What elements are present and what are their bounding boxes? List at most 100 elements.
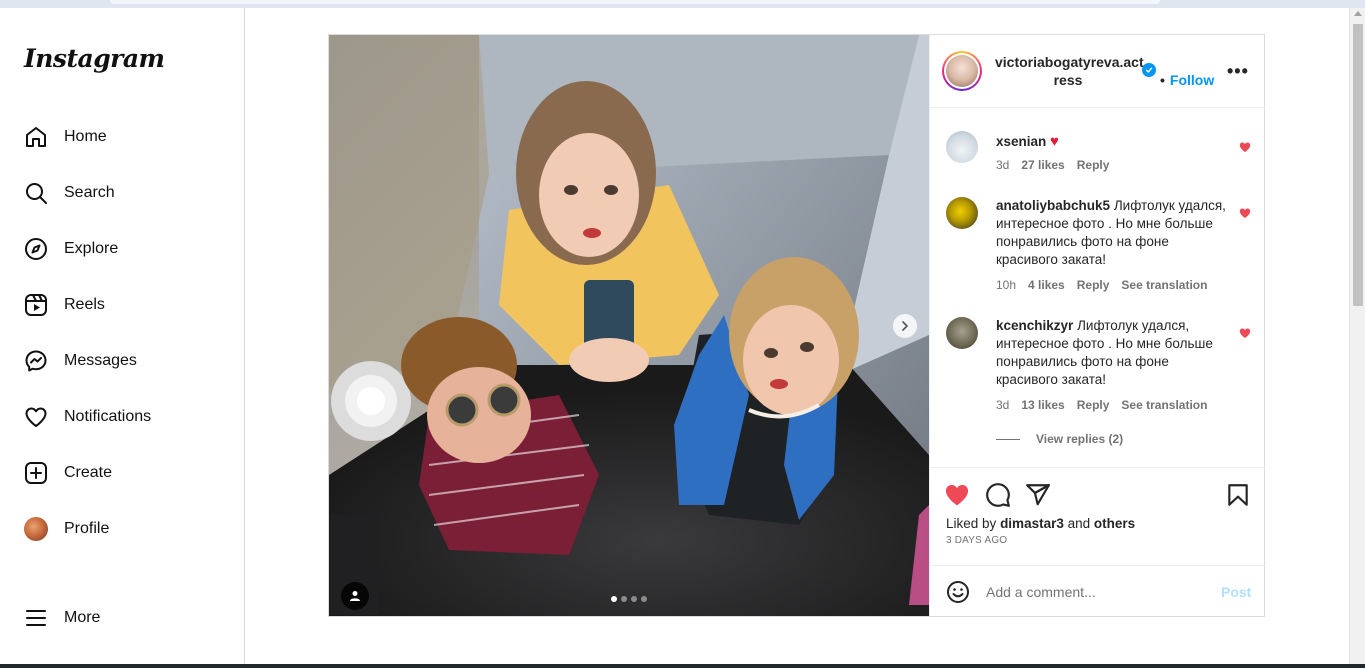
carousel-dot (641, 596, 647, 602)
compass-icon (24, 237, 48, 261)
liked-by-text: Liked by dimastar3 and others (946, 516, 1135, 531)
scrollbar-thumb[interactable] (1353, 24, 1363, 306)
taskbar-strip (0, 664, 1365, 668)
comment-input[interactable] (986, 581, 1206, 603)
sidebar-item-home[interactable]: Home (12, 113, 232, 161)
sidebar-item-messages[interactable]: Messages (12, 337, 232, 385)
scroll-up-arrow-icon[interactable] (1354, 11, 1362, 16)
author-username-line2: ress (1053, 72, 1083, 88)
profile-avatar (24, 517, 48, 541)
sidebar-item-search[interactable]: Search (12, 169, 232, 217)
post-side-panel: victoriabogatyreva.act ress • Follow ••• … (929, 35, 1265, 616)
sidebar-item-profile[interactable]: Profile (12, 505, 232, 553)
verified-badge-icon (1142, 63, 1156, 77)
liked-by-others[interactable]: others (1094, 516, 1135, 531)
reels-icon (24, 293, 48, 317)
comment-avatar[interactable] (946, 131, 978, 163)
follow-label: Follow (1169, 72, 1215, 88)
carousel-dot (631, 596, 637, 602)
heart-icon (24, 405, 48, 429)
sidebar-item-label: Notifications (64, 408, 152, 425)
user-icon (350, 591, 360, 601)
share-send-icon[interactable] (1025, 482, 1051, 508)
see-translation-button[interactable]: See translation (1121, 278, 1207, 292)
sidebar-item-reels[interactable]: Reels (12, 281, 232, 329)
comment-meta: 10h 4 likes Reply See translation (996, 278, 1207, 292)
sidebar-item-notifications[interactable]: Notifications (12, 393, 232, 441)
divider (996, 438, 1020, 440)
more-options-button[interactable]: ••• (1227, 61, 1248, 81)
plus-square-icon (24, 461, 48, 485)
comment-reply-button[interactable]: Reply (1077, 278, 1110, 292)
author-avatar[interactable] (942, 51, 982, 91)
sidebar-item-label: Home (64, 128, 107, 145)
comment-text: anatoliybabchuk5 Лифтолук удался, интере… (996, 197, 1228, 269)
post-photo[interactable] (329, 35, 929, 616)
emoji-icon[interactable] (946, 580, 970, 604)
post-date[interactable]: 3 DAYS AGO (946, 535, 1007, 546)
comment-username[interactable]: xsenian (996, 134, 1046, 149)
comment-username[interactable]: kcenchikzyr (996, 318, 1073, 333)
carousel-next-button[interactable] (893, 314, 917, 338)
sidebar: Instagram Home Search Explore Reels Mess… (0, 8, 245, 664)
post-header: victoriabogatyreva.act ress • Follow ••• (930, 35, 1265, 108)
chevron-right-icon (902, 321, 908, 331)
comment-avatar[interactable] (946, 197, 978, 229)
comment-text: xsenian ♥ (996, 133, 1228, 151)
carousel-indicator (611, 596, 647, 602)
comment-item: anatoliybabchuk5 Лифтолук удался, интере… (946, 197, 1251, 301)
hamburger-icon (24, 606, 48, 630)
home-icon (24, 125, 48, 149)
comment-icon[interactable] (985, 482, 1011, 508)
instagram-logo[interactable]: Instagram (24, 44, 165, 73)
liked-by-and: and (1067, 516, 1091, 531)
heart-emoji: ♥ (1050, 133, 1059, 150)
comment-like-icon[interactable] (1239, 327, 1251, 339)
comment-item: kcenchikzyr Лифтолук удался, интересное … (946, 317, 1251, 421)
comment-like-icon[interactable] (1239, 141, 1251, 153)
comment-username[interactable]: anatoliybabchuk5 (996, 198, 1110, 213)
see-translation-button[interactable]: See translation (1121, 398, 1207, 412)
sidebar-item-label: Profile (64, 520, 110, 537)
sidebar-item-label: Create (64, 464, 113, 481)
elevator-selfie-image (329, 35, 929, 616)
sidebar-item-label: More (64, 609, 101, 626)
sidebar-item-more[interactable]: More (12, 594, 232, 642)
post-comment-button[interactable]: Post (1221, 584, 1251, 600)
comment-likes[interactable]: 13 likes (1021, 398, 1064, 412)
comment-time[interactable]: 3d (996, 158, 1009, 172)
comment-text: kcenchikzyr Лифтолук удался, интересное … (996, 317, 1228, 389)
view-replies-button[interactable]: View replies (2) (996, 432, 1123, 446)
comment-likes[interactable]: 4 likes (1028, 278, 1065, 292)
sidebar-item-label: Search (64, 184, 115, 201)
comment-reply-button[interactable]: Reply (1077, 398, 1110, 412)
liked-by-user[interactable]: dimastar3 (1000, 516, 1064, 531)
author-username-line1: victoriabogatyreva.act (995, 54, 1144, 70)
add-comment-bar: Post (930, 565, 1265, 616)
comment-reply-button[interactable]: Reply (1077, 158, 1110, 172)
comment-meta: 3d 13 likes Reply See translation (996, 398, 1207, 412)
sidebar-item-explore[interactable]: Explore (12, 225, 232, 273)
comment-time[interactable]: 10h (996, 278, 1016, 292)
comment-item: xsenian ♥ 3d 27 likes Reply (946, 131, 1251, 181)
comment-time[interactable]: 3d (996, 398, 1009, 412)
browser-top-bar (0, 0, 1365, 8)
page-scrollbar[interactable] (1349, 8, 1365, 664)
carousel-dot (621, 596, 627, 602)
liked-by-prefix: Liked by (946, 516, 997, 531)
messenger-icon (24, 349, 48, 373)
post-card: victoriabogatyreva.act ress • Follow ••• … (328, 34, 1265, 617)
bookmark-icon[interactable] (1225, 482, 1251, 508)
comments-list: xsenian ♥ 3d 27 likes Reply anatoliybabc… (930, 109, 1265, 467)
sidebar-item-create[interactable]: Create (12, 449, 232, 497)
follow-button[interactable]: • Follow (1160, 72, 1214, 88)
comment-like-icon[interactable] (1239, 207, 1251, 219)
sidebar-item-label: Messages (64, 352, 137, 369)
sidebar-item-label: Explore (64, 240, 119, 257)
like-heart-filled-icon[interactable] (944, 482, 970, 508)
author-username[interactable]: victoriabogatyreva.act ress (995, 53, 1144, 89)
search-icon (24, 181, 48, 205)
comment-likes[interactable]: 27 likes (1021, 158, 1064, 172)
tagged-users-button[interactable] (341, 582, 369, 610)
comment-avatar[interactable] (946, 317, 978, 349)
